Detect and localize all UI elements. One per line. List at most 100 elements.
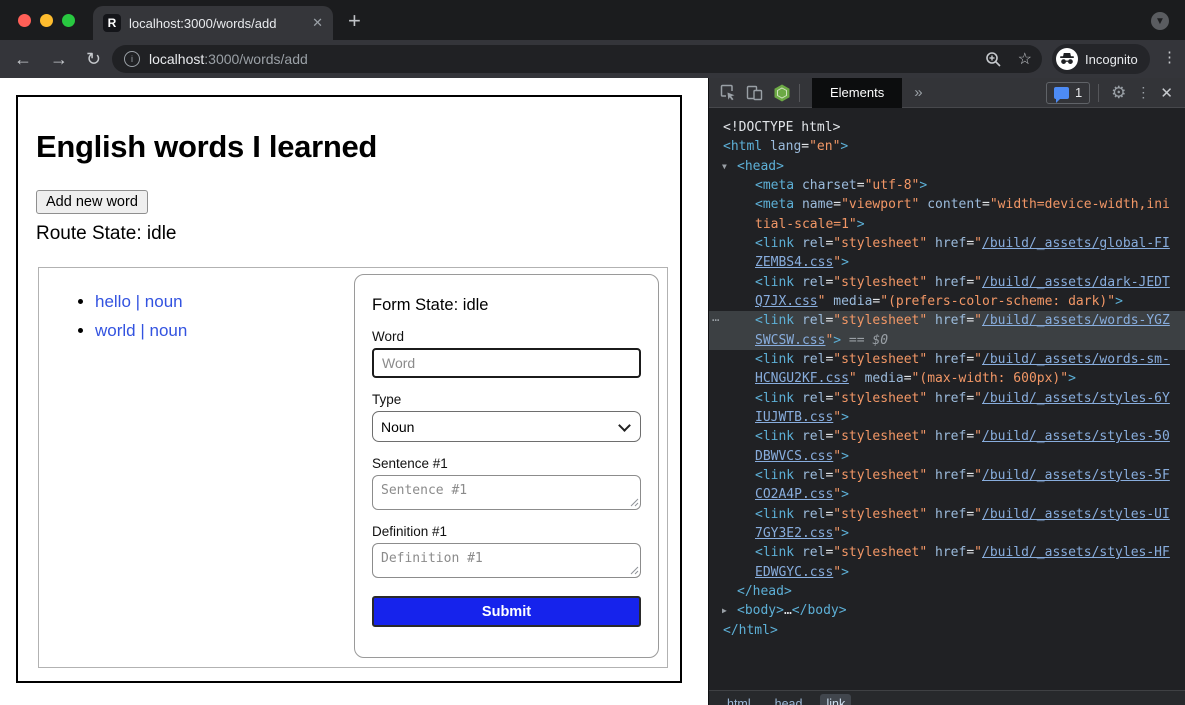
code-line[interactable]: ⋯<link rel="stylesheet" href="/build/_as… [709, 311, 1185, 330]
stylesheet-href-link[interactable]: /build/_assets/words-YGZ [982, 313, 1170, 328]
code-line[interactable]: <link rel="stylesheet" href="/build/_ass… [709, 466, 1185, 485]
devtools-close-icon[interactable]: ✕ [1160, 84, 1173, 102]
code-line[interactable]: DBWVCS.css"> [709, 447, 1185, 466]
word-link[interactable]: world | noun [95, 321, 187, 340]
code-line[interactable]: 7GY3E2.css"> [709, 524, 1185, 543]
code-line[interactable]: IUJWTB.css"> [709, 408, 1185, 427]
code-line[interactable]: SWCSW.css"> == $0 [709, 331, 1185, 350]
more-panels-chevrons-icon[interactable]: » [914, 84, 922, 101]
inspect-element-icon[interactable] [719, 84, 736, 101]
stylesheet-href-link[interactable]: IUJWTB.css [755, 410, 833, 425]
stylesheet-href-link[interactable]: /build/_assets/global-FI [982, 236, 1170, 251]
code-line[interactable]: <link rel="stylesheet" href="/build/_ass… [709, 389, 1185, 408]
page-title: English words I learned [36, 129, 680, 165]
code-line[interactable]: </html> [709, 621, 1185, 640]
code-line[interactable]: ZEMBS4.css"> [709, 253, 1185, 272]
stylesheet-href-link[interactable]: /build/_assets/styles-UI [982, 507, 1170, 522]
code-line[interactable]: </head> [709, 582, 1185, 601]
zoom-icon[interactable] [985, 51, 1002, 68]
stylesheet-href-link[interactable]: /build/_assets/styles-HF [982, 545, 1170, 560]
back-button[interactable]: ← [14, 48, 32, 70]
stylesheet-href-link[interactable]: DBWVCS.css [755, 449, 833, 464]
add-word-form: Form State: idle Word Type Noun Sentence… [354, 274, 659, 658]
tab-close-icon[interactable]: ✕ [312, 15, 323, 31]
issues-counter[interactable]: 1 [1046, 82, 1090, 104]
add-new-word-button[interactable]: Add new word [36, 190, 148, 214]
code-line[interactable]: <html lang="en"> [709, 137, 1185, 156]
expand-arrow-icon[interactable]: ▶ [722, 601, 727, 620]
tab-search-chevron-icon[interactable]: ▼ [1151, 12, 1169, 30]
stylesheet-href-link[interactable]: Q7JX.css [755, 294, 818, 309]
sentence-textarea[interactable] [372, 475, 641, 510]
maximize-window-button[interactable] [62, 14, 75, 27]
devtools-breadcrumbs: html head link [709, 690, 1185, 705]
word-input[interactable] [372, 348, 641, 378]
stylesheet-href-link[interactable]: /build/_assets/dark-JEDT [982, 275, 1170, 290]
stylesheet-href-link[interactable]: ZEMBS4.css [755, 255, 833, 270]
submit-button[interactable]: Submit [372, 596, 641, 627]
code-line[interactable]: Q7JX.css" media="(prefers-color-scheme: … [709, 292, 1185, 311]
breadcrumb-head[interactable]: head [769, 694, 809, 705]
word-link[interactable]: hello | noun [95, 292, 183, 311]
minimize-window-button[interactable] [40, 14, 53, 27]
code-line[interactable]: CO2A4P.css"> [709, 485, 1185, 504]
code-line[interactable]: <link rel="stylesheet" href="/build/_ass… [709, 427, 1185, 446]
code-line[interactable]: <link rel="stylesheet" href="/build/_ass… [709, 350, 1185, 369]
type-select[interactable]: Noun [372, 411, 641, 442]
remix-favicon-icon: R [103, 14, 121, 32]
browser-window: R localhost:3000/words/add ✕ + ▼ ← → ↻ i… [0, 0, 1185, 705]
code-line[interactable]: EDWGYC.css"> [709, 563, 1185, 582]
code-line[interactable]: <meta charset="utf-8"> [709, 176, 1185, 195]
code-line[interactable]: <link rel="stylesheet" href="/build/_ass… [709, 273, 1185, 292]
code-line[interactable]: <!DOCTYPE html> [709, 118, 1185, 137]
type-label: Type [372, 392, 641, 407]
toolbar-divider [1098, 84, 1099, 102]
traffic-lights [18, 14, 75, 27]
close-window-button[interactable] [18, 14, 31, 27]
expand-arrow-icon[interactable]: ▼ [722, 157, 727, 176]
url-text: localhost:3000/words/add [149, 51, 308, 67]
browser-tab[interactable]: R localhost:3000/words/add ✕ [93, 6, 333, 40]
address-bar[interactable]: i localhost:3000/words/add ☆ [112, 45, 1042, 73]
devtools-menu-icon[interactable]: ⋮ [1136, 84, 1150, 101]
site-info-icon[interactable]: i [124, 51, 140, 67]
route-state-text: Route State: idle [36, 223, 680, 245]
incognito-badge: Incognito [1052, 44, 1150, 74]
forward-button[interactable]: → [50, 48, 68, 70]
code-line[interactable]: ▶<body>…</body> [709, 601, 1185, 620]
stylesheet-href-link[interactable]: CO2A4P.css [755, 487, 833, 502]
code-line[interactable]: tial-scale=1"> [709, 215, 1185, 234]
stylesheet-href-link[interactable]: /build/_assets/styles-5F [982, 468, 1170, 483]
devtools-panel: Elements » 1 ⚙ ⋮ ✕ <!DOCTYPE html><html … [708, 78, 1185, 705]
code-line[interactable]: <meta name="viewport" content="width=dev… [709, 195, 1185, 214]
breadcrumb-html[interactable]: html [721, 694, 757, 705]
device-toolbar-icon[interactable] [746, 84, 763, 101]
stylesheet-href-link[interactable]: 7GY3E2.css [755, 526, 833, 541]
code-line[interactable]: HCNGU2KF.css" media="(max-width: 600px)"… [709, 369, 1185, 388]
resize-handle-icon[interactable] [630, 566, 639, 575]
stylesheet-href-link[interactable]: SWCSW.css [755, 333, 825, 348]
settings-gear-icon[interactable]: ⚙ [1111, 83, 1126, 103]
reload-button[interactable]: ↻ [86, 48, 101, 70]
form-state-text: Form State: idle [372, 296, 641, 315]
bookmark-star-icon[interactable]: ☆ [1018, 49, 1032, 69]
breadcrumb-link[interactable]: link [820, 694, 851, 705]
stylesheet-href-link[interactable]: /build/_assets/words-sm- [982, 352, 1170, 367]
tab-strip: R localhost:3000/words/add ✕ + ▼ [0, 0, 1185, 40]
tab-elements[interactable]: Elements [812, 78, 902, 108]
stylesheet-href-link[interactable]: /build/_assets/styles-6Y [982, 391, 1170, 406]
stylesheet-href-link[interactable]: HCNGU2KF.css [755, 371, 849, 386]
new-tab-button[interactable]: + [348, 8, 361, 34]
code-line[interactable]: ▼<head> [709, 157, 1185, 176]
stylesheet-href-link[interactable]: /build/_assets/styles-50 [982, 429, 1170, 444]
browser-menu-icon[interactable]: ⋮ [1162, 48, 1178, 66]
issues-count: 1 [1075, 85, 1082, 100]
app-container: English words I learned Add new word Rou… [16, 95, 682, 683]
code-line[interactable]: <link rel="stylesheet" href="/build/_ass… [709, 234, 1185, 253]
node-icon[interactable] [773, 84, 791, 102]
code-line[interactable]: <link rel="stylesheet" href="/build/_ass… [709, 543, 1185, 562]
definition-textarea[interactable] [372, 543, 641, 578]
resize-handle-icon[interactable] [630, 498, 639, 507]
code-line[interactable]: <link rel="stylesheet" href="/build/_ass… [709, 505, 1185, 524]
stylesheet-href-link[interactable]: EDWGYC.css [755, 565, 833, 580]
